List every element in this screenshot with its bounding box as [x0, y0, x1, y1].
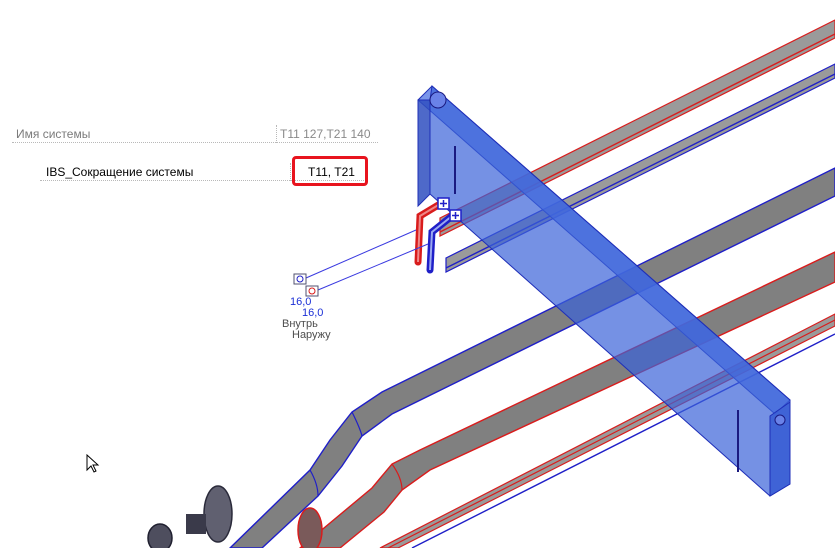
property-label: Имя системы	[16, 127, 91, 141]
fitting-left[interactable]	[147, 485, 233, 548]
3d-viewport[interactable]	[0, 0, 835, 548]
property-label: IBS_Сокращение системы	[46, 165, 194, 179]
fitting-red[interactable]	[297, 507, 323, 548]
flow-tag-icon[interactable]	[293, 273, 319, 297]
leader-lines	[305, 229, 429, 291]
column-divider	[290, 163, 291, 181]
column-divider	[276, 125, 277, 143]
highlight-box	[292, 156, 368, 186]
property-row-system-name[interactable]: Имя системы T11 127,T21 140	[12, 125, 378, 143]
flow-label-outer: Наружу	[292, 329, 331, 341]
mouse-cursor-icon	[86, 454, 100, 473]
property-value[interactable]: T11 127,T21 140	[280, 125, 371, 143]
